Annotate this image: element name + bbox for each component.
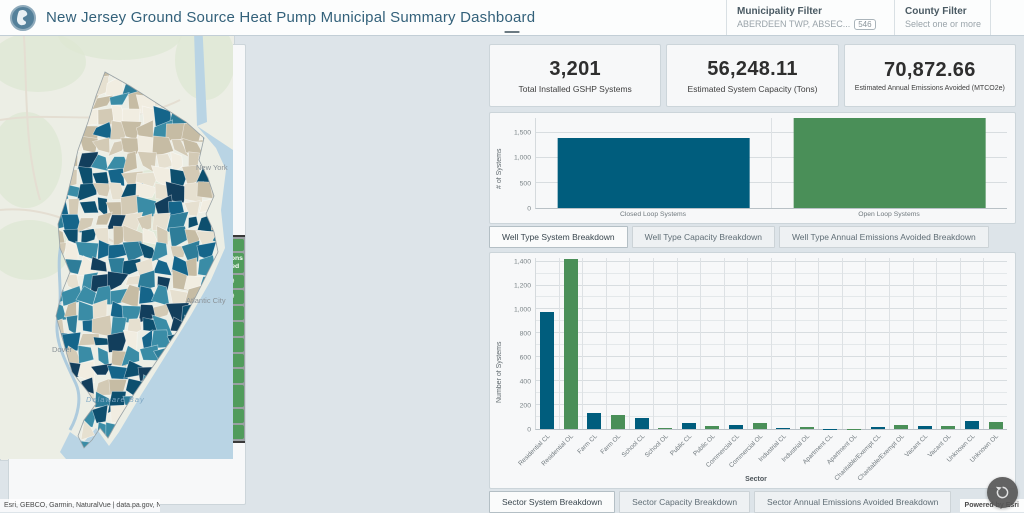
bar-industrial-ol[interactable] <box>800 427 814 429</box>
kpi-row: 3,201 Total Installed GSHP Systems 56,24… <box>489 44 1016 107</box>
bar-closed-loop-systems[interactable] <box>557 138 750 209</box>
x-axis-title: Sector <box>505 476 1007 486</box>
y-tick-label: 400 <box>520 378 531 385</box>
bar-school-ol[interactable] <box>658 428 672 429</box>
bar-public-cl[interactable] <box>682 423 696 429</box>
bar-vacant-ol[interactable] <box>941 426 955 429</box>
map-label: Delaware Bay <box>86 395 145 404</box>
y-tick-label: 1,400 <box>514 258 531 265</box>
y-tick-label: 500 <box>520 180 531 187</box>
kpi-capacity-label: Estimated System Capacity (Tons) <box>688 84 818 94</box>
y-tick-label: 0 <box>527 427 531 434</box>
x-tick-label: Open Loop Systems <box>858 211 920 218</box>
kpi-total-systems-value: 3,201 <box>549 58 601 81</box>
well-type-tab-2[interactable]: Well Type Annual Emissions Avoided Break… <box>779 226 989 248</box>
county-filter-label: County Filter <box>905 6 980 17</box>
plot-area <box>535 118 1007 209</box>
bar-residential-ol[interactable] <box>564 259 578 429</box>
bar-charitable-exempt-cl[interactable] <box>871 427 885 429</box>
bar-commercial-cl[interactable] <box>729 425 743 429</box>
nj-municipality-map[interactable]: New YorkAtlantic CityDoverDelaware Bay E… <box>0 0 235 461</box>
y-tick-label: 600 <box>520 354 531 361</box>
reset-dashboard-button[interactable] <box>987 477 1018 508</box>
y-tick-label: 1,200 <box>514 282 531 289</box>
kpi-emissions: 70,872.66 Estimated Annual Emissions Avo… <box>844 44 1016 107</box>
county-filter-placeholder: Select one or more <box>905 19 980 29</box>
county-filter[interactable]: County Filter Select one or more <box>894 0 990 35</box>
bar-charitable-exempt-ol[interactable] <box>894 425 908 429</box>
map-label: Atlantic City <box>186 296 226 305</box>
y-tick-label: 1,000 <box>514 306 531 313</box>
app-header: New Jersey Ground Source Heat Pump Munic… <box>0 0 1024 36</box>
hamburger-menu-icon[interactable] <box>990 0 1024 35</box>
well-type-tab-0[interactable]: Well Type System Breakdown <box>489 226 628 248</box>
y-axis-title: # of Systems <box>494 118 505 220</box>
map-label: New York <box>196 163 228 172</box>
refresh-icon <box>994 484 1011 501</box>
y-axis-title: Number of Systems <box>494 258 505 486</box>
map-canvas[interactable]: New York Atlantic City Dover Delaware Bay <box>0 0 233 459</box>
bar-unknown-cl[interactable] <box>965 421 979 429</box>
bar-farm-ol[interactable] <box>611 415 625 429</box>
nj-dep-logo-icon <box>10 5 36 31</box>
municipality-filter[interactable]: Municipality Filter ABERDEEN TWP, ABSEC.… <box>726 0 894 35</box>
well-type-tabs: Well Type System BreakdownWell Type Capa… <box>489 226 989 248</box>
well-type-chart-panel: # of Systems 0 500 1,000 1,500 Closed Loop Sy… <box>489 112 1016 224</box>
bar-residential-cl[interactable] <box>540 312 554 429</box>
bar-open-loop-systems[interactable] <box>793 118 986 208</box>
y-tick-label: 200 <box>520 402 531 409</box>
bar-farm-cl[interactable] <box>587 413 601 429</box>
sector-chart-panel: Number of Systems 0 200 400 600 800 1,000 1,200… <box>489 252 1016 489</box>
bar-public-ol[interactable] <box>705 426 719 429</box>
well-type-tab-1[interactable]: Well Type Capacity Breakdown <box>632 226 775 248</box>
x-tick-label: Closed Loop Systems <box>620 211 686 218</box>
bar-commercial-ol[interactable] <box>753 423 767 429</box>
y-tick-label: 1,000 <box>514 155 531 162</box>
kpi-total-systems: 3,201 Total Installed GSHP Systems <box>489 44 661 107</box>
bar-vacant-cl[interactable] <box>918 426 932 429</box>
page-title: New Jersey Ground Source Heat Pump Munic… <box>46 9 726 26</box>
bar-industrial-cl[interactable] <box>776 428 790 429</box>
bar-school-cl[interactable] <box>635 418 649 429</box>
kpi-total-systems-label: Total Installed GSHP Systems <box>519 84 632 94</box>
map-label: Dover <box>52 345 73 354</box>
y-tick-label: 800 <box>520 330 531 337</box>
y-axis: 02004006008001,0001,2001,400 <box>505 258 535 430</box>
y-tick-label: 0 <box>527 206 531 213</box>
y-tick-label: 1,500 <box>514 130 531 137</box>
kpi-capacity-value: 56,248.11 <box>707 58 798 81</box>
kpi-emissions-value: 70,872.66 <box>884 59 976 82</box>
municipality-filter-count-badge: 546 <box>854 19 875 30</box>
y-axis: 05001,0001,500 <box>505 118 535 209</box>
plot-area <box>535 258 1007 430</box>
bar-unknown-ol[interactable] <box>989 422 1003 429</box>
kpi-emissions-label: Estimated Annual Emissions Avoided (MTCO… <box>855 85 1005 92</box>
municipality-filter-value: ABERDEEN TWP, ABSEC... <box>737 19 850 29</box>
municipality-filter-label: Municipality Filter <box>737 6 884 17</box>
kpi-capacity: 56,248.11 Estimated System Capacity (Ton… <box>666 44 838 107</box>
